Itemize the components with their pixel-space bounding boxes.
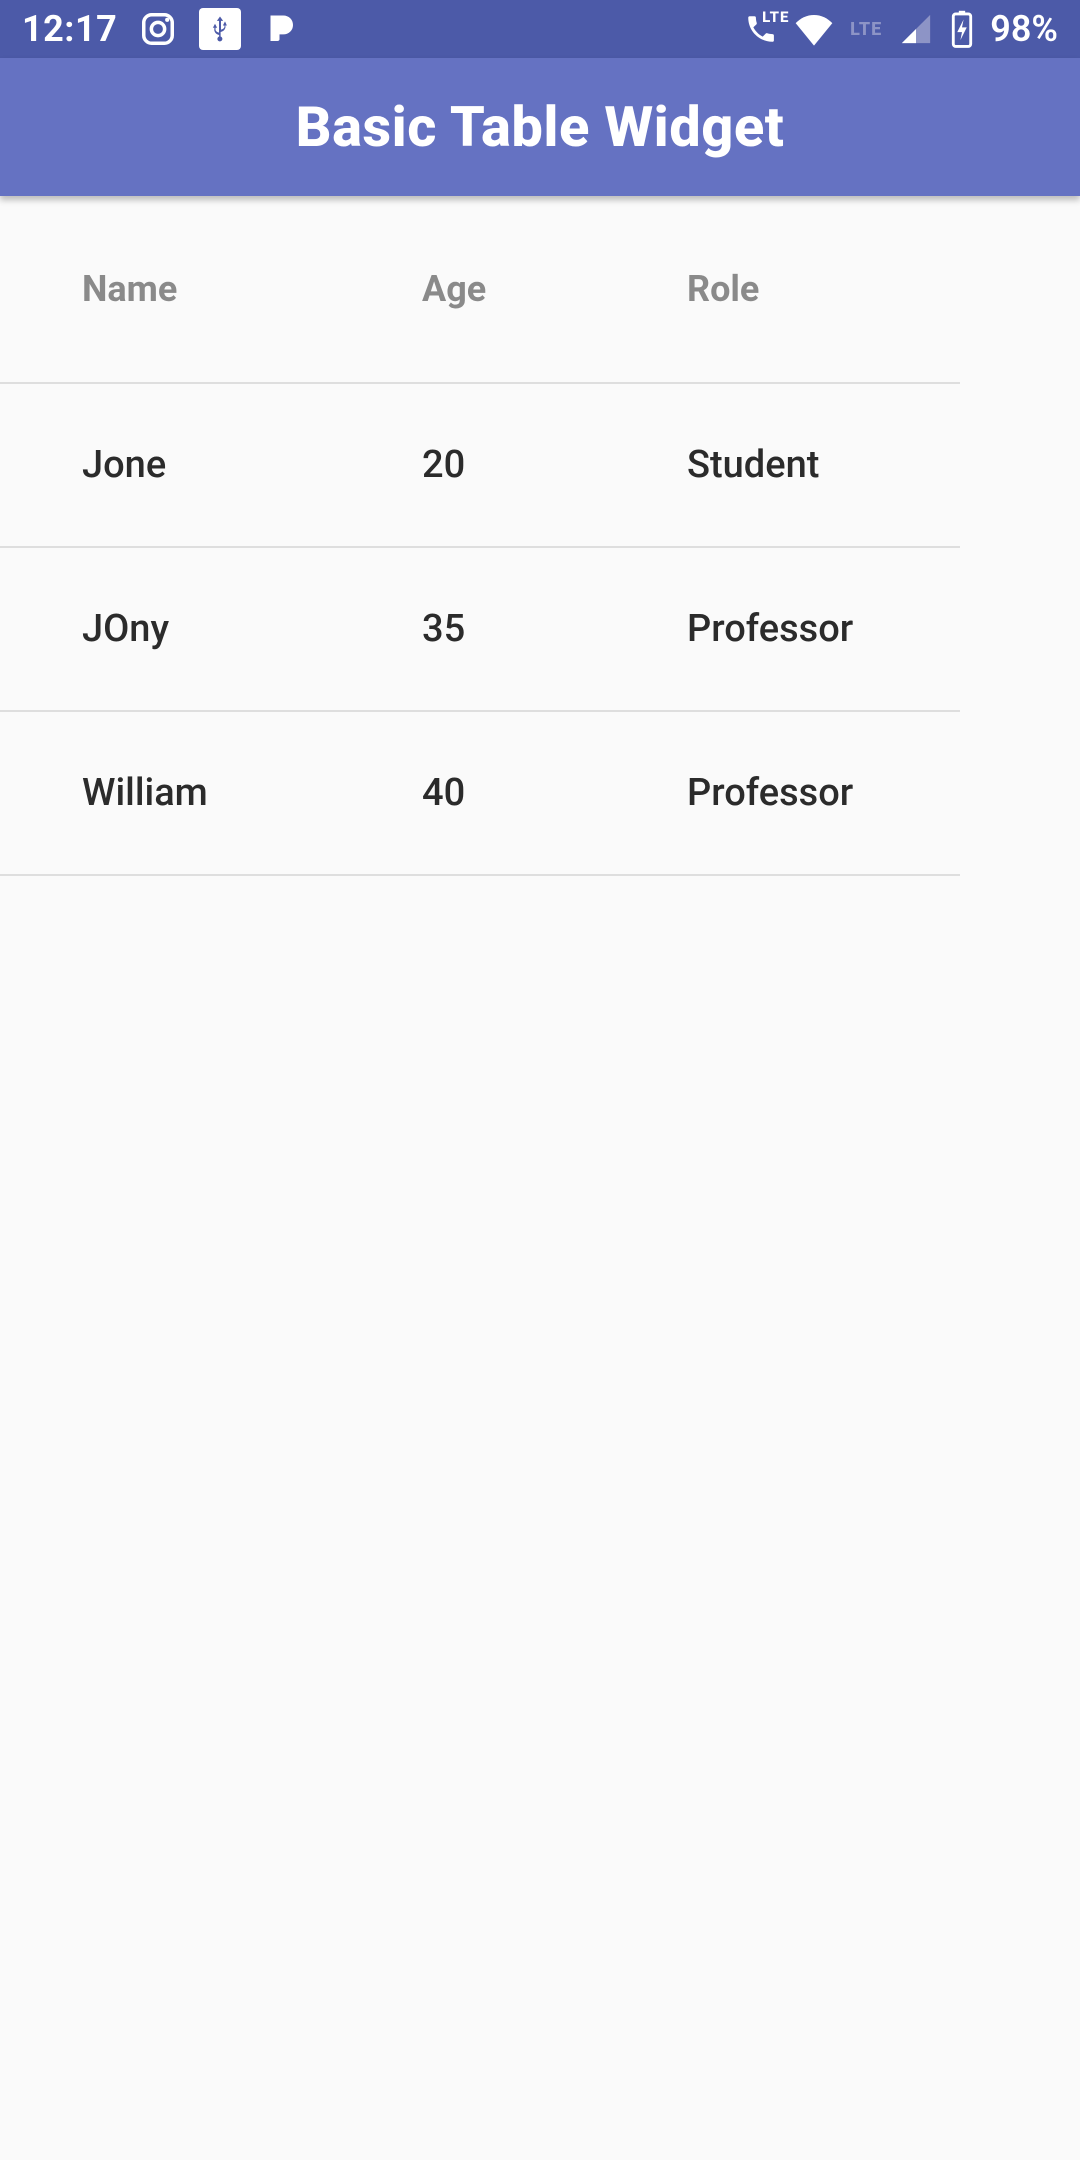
lte-label: LTE: [850, 19, 882, 40]
volte-lte-label: LTE: [762, 8, 789, 26]
cell-name: William: [82, 771, 422, 815]
data-table: Name Age Role Jone 20 Student JOny 35 Pr…: [0, 196, 960, 876]
table-row: William 40 Professor: [0, 712, 960, 876]
screen: 12:17: [0, 0, 1080, 2160]
table-row: Jone 20 Student: [0, 384, 960, 548]
wifi-icon: [794, 12, 834, 46]
battery-percent: 98%: [990, 8, 1058, 50]
cell-role: Student: [687, 443, 960, 487]
battery-charging-icon: [950, 10, 974, 48]
cell-role: Professor: [687, 771, 960, 815]
cell-age: 35: [422, 607, 687, 651]
usb-icon: [199, 8, 241, 50]
status-bar: 12:17: [0, 0, 1080, 58]
status-right: LTE LTE 98%: [744, 8, 1058, 50]
clock-text: 12:17: [22, 8, 117, 50]
table-row: JOny 35 Professor: [0, 548, 960, 712]
app-bar: Basic Table Widget: [0, 58, 1080, 196]
instagram-icon: [139, 10, 177, 48]
table-header-row: Name Age Role: [0, 196, 960, 384]
cell-role: Professor: [687, 607, 960, 651]
app-title: Basic Table Widget: [296, 94, 785, 160]
header-name: Name: [82, 268, 422, 310]
cell-signal-icon: [898, 12, 934, 46]
header-role: Role: [687, 268, 960, 310]
cell-name: Jone: [82, 443, 422, 487]
cell-name: JOny: [82, 607, 422, 651]
pandora-icon: [263, 11, 299, 47]
volte-call-icon: LTE: [744, 12, 778, 46]
cell-age: 40: [422, 771, 687, 815]
status-left: 12:17: [22, 8, 299, 50]
cell-age: 20: [422, 443, 687, 487]
header-age: Age: [422, 268, 687, 310]
